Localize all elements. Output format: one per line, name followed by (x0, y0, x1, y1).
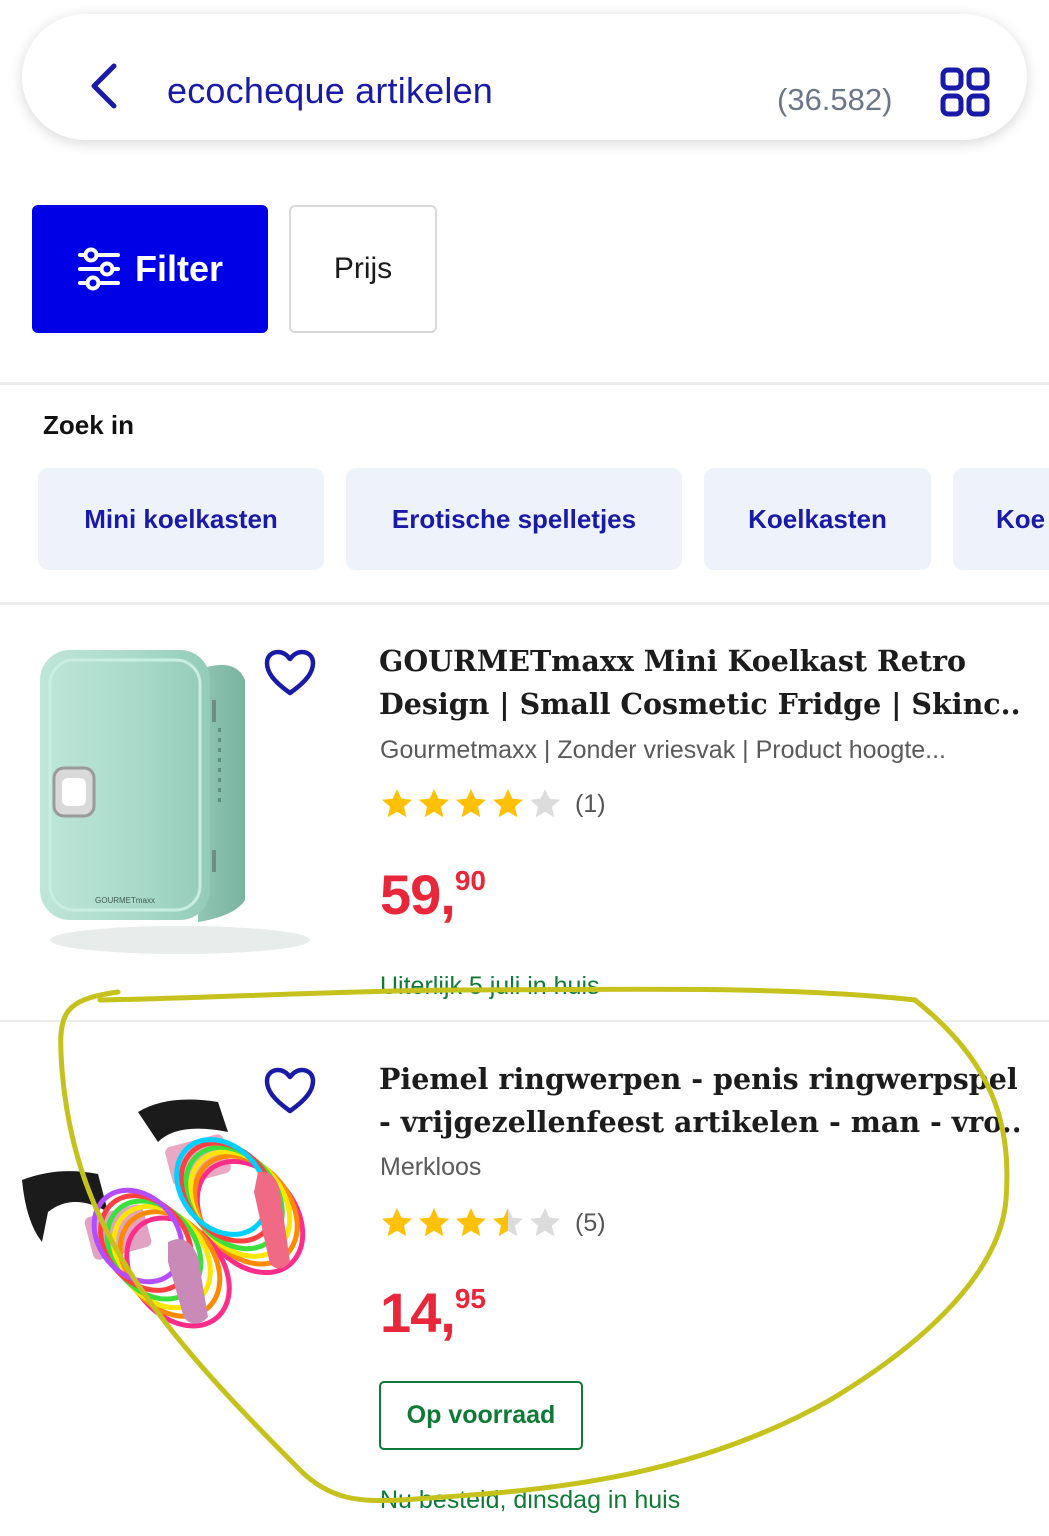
price-cents: 90 (454, 865, 487, 896)
category-chip-partial[interactable]: Koe (953, 468, 1049, 570)
product-title-line: GOURMETmaxx Mini Koelkast Retro (379, 644, 967, 678)
star-icon (456, 1208, 486, 1237)
divider (0, 382, 1049, 385)
star-icon (530, 1208, 560, 1237)
filter-label: Filter (134, 248, 223, 289)
product-image-brand: GOURMETmaxx (95, 896, 155, 905)
filter-button[interactable]: Filter (32, 205, 268, 333)
divider (0, 602, 1049, 605)
product-subtitle: Gourmetmaxx | Zonder vriesvak | Product … (380, 736, 947, 764)
star-icon (493, 1208, 523, 1237)
product-title-line: - vrijgezellenfeest artikelen - man - vr… (379, 1105, 1019, 1139)
star-icon (382, 789, 412, 818)
star-icon (530, 789, 560, 818)
star-icon (456, 789, 486, 818)
search-bar[interactable]: ecocheque artikelen (36.582) (22, 14, 1027, 140)
price-filter-label: Prijs (333, 252, 393, 285)
price-whole: 59, (380, 863, 456, 926)
chip-label: Koe (996, 503, 1046, 534)
product-title-line: Design | Small Cosmetic Fridge | Skinc..… (379, 687, 1019, 721)
product-price: 59,90 (380, 862, 486, 927)
review-count[interactable]: (5) (575, 1209, 606, 1238)
rating-stars: (5) (380, 1206, 606, 1240)
category-chip-mini-koelkasten[interactable]: Mini koelkasten (38, 468, 324, 570)
wishlist-heart-icon[interactable] (263, 1066, 317, 1116)
chip-label: Mini koelkasten (84, 503, 278, 534)
delivery-info: Nu besteld, dinsdag in huis (380, 1486, 681, 1514)
star-icon (419, 789, 449, 818)
result-count: (36.582) (777, 82, 893, 117)
category-chip-koelkasten[interactable]: Koelkasten (704, 468, 931, 570)
star-icon (419, 1208, 449, 1237)
grid-view-icon[interactable] (940, 67, 990, 117)
price-filter-button[interactable]: Prijs (289, 205, 437, 333)
price-whole: 14, (380, 1281, 456, 1344)
chip-label: Koelkasten (748, 503, 887, 534)
sliders-icon (77, 247, 120, 291)
divider (0, 1020, 1049, 1022)
star-icon (493, 789, 523, 818)
product-title[interactable]: GOURMETmaxx Mini Koelkast Retro Design |… (379, 640, 1019, 726)
category-chip-erotische-spelletjes[interactable]: Erotische spelletjes (346, 468, 682, 570)
product-price: 14,95 (380, 1280, 486, 1345)
search-in-title: Zoek in (43, 410, 135, 440)
product-subtitle: Merkloos (380, 1153, 482, 1181)
chip-label: Erotische spelletjes (391, 503, 637, 534)
in-stock-badge: Op voorraad (379, 1381, 583, 1450)
wishlist-heart-icon[interactable] (263, 648, 317, 698)
review-count[interactable]: (1) (575, 790, 606, 819)
stock-label: Op voorraad (406, 1401, 556, 1429)
price-cents: 95 (454, 1283, 487, 1314)
back-arrow-icon[interactable] (86, 62, 122, 110)
product-title[interactable]: Piemel ringwerpen - penis ringwerpspel -… (379, 1058, 1019, 1144)
product-title-line: Piemel ringwerpen - penis ringwerpspel (379, 1062, 1018, 1096)
star-icon (382, 1208, 412, 1237)
search-query[interactable]: ecocheque artikelen (167, 70, 493, 112)
product-image-ring-toss[interactable] (18, 1092, 338, 1332)
rating-stars: (1) (380, 787, 606, 821)
delivery-info: Uiterlijk 5 juli in huis (380, 972, 600, 1000)
